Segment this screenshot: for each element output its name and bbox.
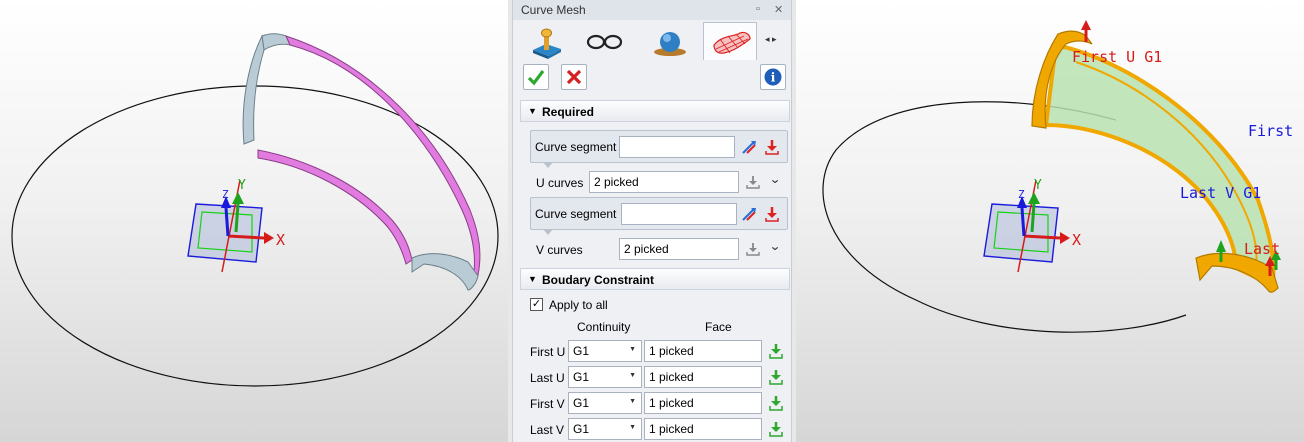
cancel-x-icon — [566, 69, 582, 85]
tab-required-inputs[interactable] — [519, 22, 573, 60]
surface-end-band — [411, 253, 479, 291]
first-u-label: First U — [530, 345, 566, 359]
v-curves-label: V curves — [536, 243, 583, 257]
last-v-continuity-value: G1 — [573, 422, 590, 436]
info-icon: i — [764, 68, 782, 86]
reverse-curve-icon[interactable] — [740, 138, 758, 156]
svg-text:i: i — [771, 71, 776, 85]
last-u-face-field[interactable]: 1 picked — [644, 366, 762, 388]
dropdown-arrow-icon: ▼ — [629, 398, 636, 405]
tab-display[interactable] — [577, 22, 631, 60]
u-curves-field[interactable]: 2 picked — [589, 171, 739, 193]
last-u-continuity-select[interactable]: G1 ▼ — [568, 366, 642, 388]
dropdown-arrow-icon: ▼ — [629, 424, 636, 431]
close-icon[interactable]: ✕ — [774, 3, 783, 16]
viewport-right[interactable]: X Y Z First U G1 First Last V G1 Last — [796, 0, 1304, 442]
cancel-button[interactable] — [561, 64, 587, 90]
required-section-title: Required — [542, 105, 595, 119]
triad-widget — [187, 179, 274, 273]
first-v-pick-face-icon[interactable] — [767, 394, 785, 412]
boundary-section-header[interactable]: ▼ Boudary Constraint — [520, 268, 790, 290]
curve-mesh-panel: Curve Mesh ▫ ✕ ◂ ▸ i ▼ Required Curve se… — [512, 0, 792, 442]
boundary-section-title: Boudary Constraint — [542, 273, 655, 287]
dropdown-arrow-icon: ▼ — [629, 346, 636, 353]
first-v-label: First — [1248, 122, 1294, 140]
u-curve-segment-input[interactable] — [619, 136, 735, 158]
required-section-header[interactable]: ▼ Required — [520, 100, 790, 122]
v-curves-field[interactable]: 2 picked — [619, 238, 739, 260]
check-icon — [527, 70, 545, 86]
axis-x-label: X — [276, 231, 286, 249]
mesh-surface-icon — [713, 31, 751, 54]
tab-scroll-arrows[interactable]: ◂ ▸ — [765, 34, 777, 45]
collapse-triangle-icon: ▼ — [528, 106, 537, 116]
v-curve-segment-input[interactable] — [621, 203, 737, 225]
viewport-left-canvas — [11, 33, 499, 387]
group-notch — [543, 162, 553, 168]
last-v-pick-face-icon[interactable] — [767, 420, 785, 438]
panel-title: Curve Mesh — [521, 3, 586, 17]
triad-widget — [983, 179, 1070, 273]
panel-titlebar: Curve Mesh ▫ ✕ — [513, 0, 791, 20]
u-curves-insert-icon[interactable] — [744, 173, 762, 191]
panel-tabs: ◂ ▸ — [513, 20, 791, 60]
viewport-right-canvas — [822, 20, 1281, 333]
u-curves-label: U curves — [536, 176, 584, 190]
apply-to-all-label: Apply to all — [549, 298, 608, 312]
axis-x-label: X — [1072, 231, 1082, 249]
v-curve-segment-group: Curve segment — [530, 197, 788, 235]
pick-curve-icon[interactable] — [763, 138, 781, 156]
sphere-icon — [654, 32, 686, 56]
surface-vertical-strip — [242, 34, 265, 145]
collapse-triangle-icon: ▼ — [528, 274, 537, 284]
first-u-continuity-value: G1 — [573, 344, 590, 358]
action-toolbar: i — [513, 60, 791, 94]
axis-y-label: Y — [1034, 178, 1042, 193]
mesh-surface — [1043, 42, 1276, 288]
last-v-face-field[interactable]: 1 picked — [644, 418, 762, 440]
v-curves-expand-icon[interactable]: ⌄ — [769, 239, 781, 253]
first-v-continuity-select[interactable]: G1 ▼ — [568, 392, 642, 414]
axis-y-label: Y — [238, 178, 246, 193]
dropdown-arrow-icon: ▼ — [629, 372, 636, 379]
pin-icon[interactable]: ▫ — [756, 3, 760, 15]
face-header: Face — [705, 320, 732, 334]
v-curve-segment-label: Curve segment — [535, 207, 617, 221]
reverse-curve-icon[interactable] — [740, 205, 758, 223]
joystick-icon — [533, 28, 561, 59]
info-button[interactable]: i — [760, 64, 786, 90]
ok-button[interactable] — [523, 64, 549, 90]
continuity-header: Continuity — [577, 320, 631, 334]
first-v-face-field[interactable]: 1 picked — [644, 392, 762, 414]
first-u-continuity-select[interactable]: G1 ▼ — [568, 340, 642, 362]
u-curve-segment-label: Curve segment — [535, 140, 617, 154]
first-v-continuity-value: G1 — [573, 396, 590, 410]
axis-z-label: Z — [1018, 188, 1025, 201]
apply-to-all-checkbox[interactable]: ✓ — [530, 298, 543, 311]
pink-upper-edge — [285, 35, 481, 276]
last-u-continuity-value: G1 — [573, 370, 590, 384]
last-u-label: Last — [1244, 240, 1281, 258]
first-u-face-field[interactable]: 1 picked — [644, 340, 762, 362]
viewport-left[interactable]: X Y Z — [0, 0, 508, 442]
last-v-continuity-select[interactable]: G1 ▼ — [568, 418, 642, 440]
axis-z-label: Z — [222, 188, 229, 201]
group-notch — [543, 229, 553, 235]
last-u-pick-face-icon[interactable] — [767, 368, 785, 386]
last-v-g1-label: Last V G1 — [1180, 184, 1262, 202]
glasses-icon — [586, 34, 623, 50]
last-u-label: Last U — [530, 371, 565, 385]
first-v-label: First V — [530, 397, 565, 411]
pick-curve-icon[interactable] — [763, 205, 781, 223]
u-curves-expand-icon[interactable]: ⌄ — [769, 172, 781, 186]
u-curve-segment-group: Curve segment — [530, 130, 788, 168]
tab-sphere[interactable] — [643, 22, 697, 60]
first-u-g1-label: First U G1 — [1072, 48, 1163, 66]
tab-surface[interactable] — [703, 22, 757, 60]
first-u-pick-face-icon[interactable] — [767, 342, 785, 360]
last-v-label: Last V — [530, 423, 565, 437]
v-curves-insert-icon[interactable] — [744, 240, 762, 258]
